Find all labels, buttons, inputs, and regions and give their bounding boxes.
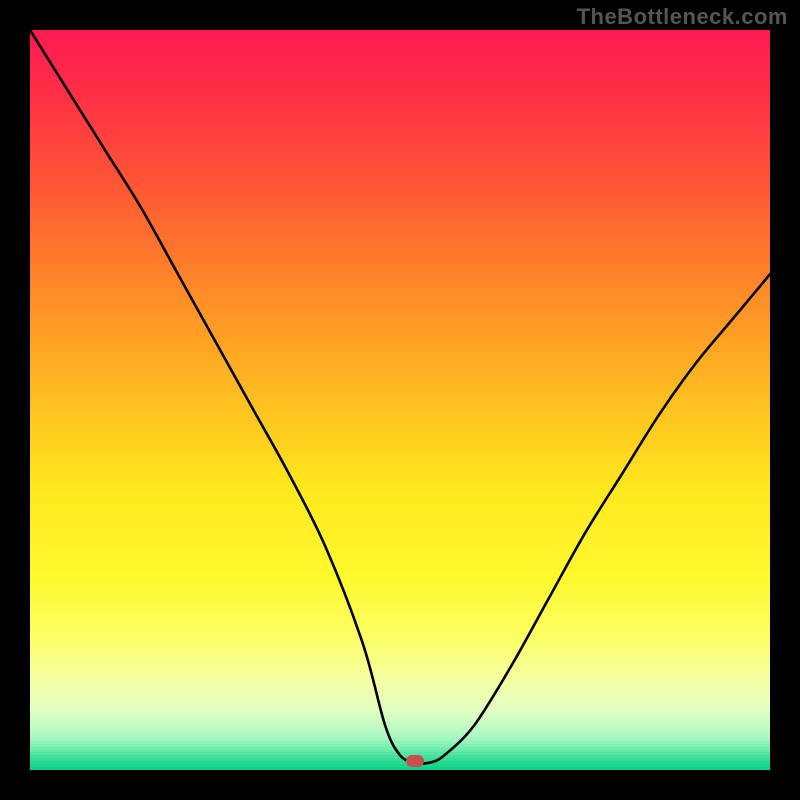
watermark-text: TheBottleneck.com (577, 4, 788, 30)
optimum-marker (406, 755, 424, 767)
plot-area (30, 30, 770, 770)
bottleneck-curve (30, 30, 770, 764)
chart-frame: TheBottleneck.com (0, 0, 800, 800)
curve-layer (30, 30, 770, 770)
